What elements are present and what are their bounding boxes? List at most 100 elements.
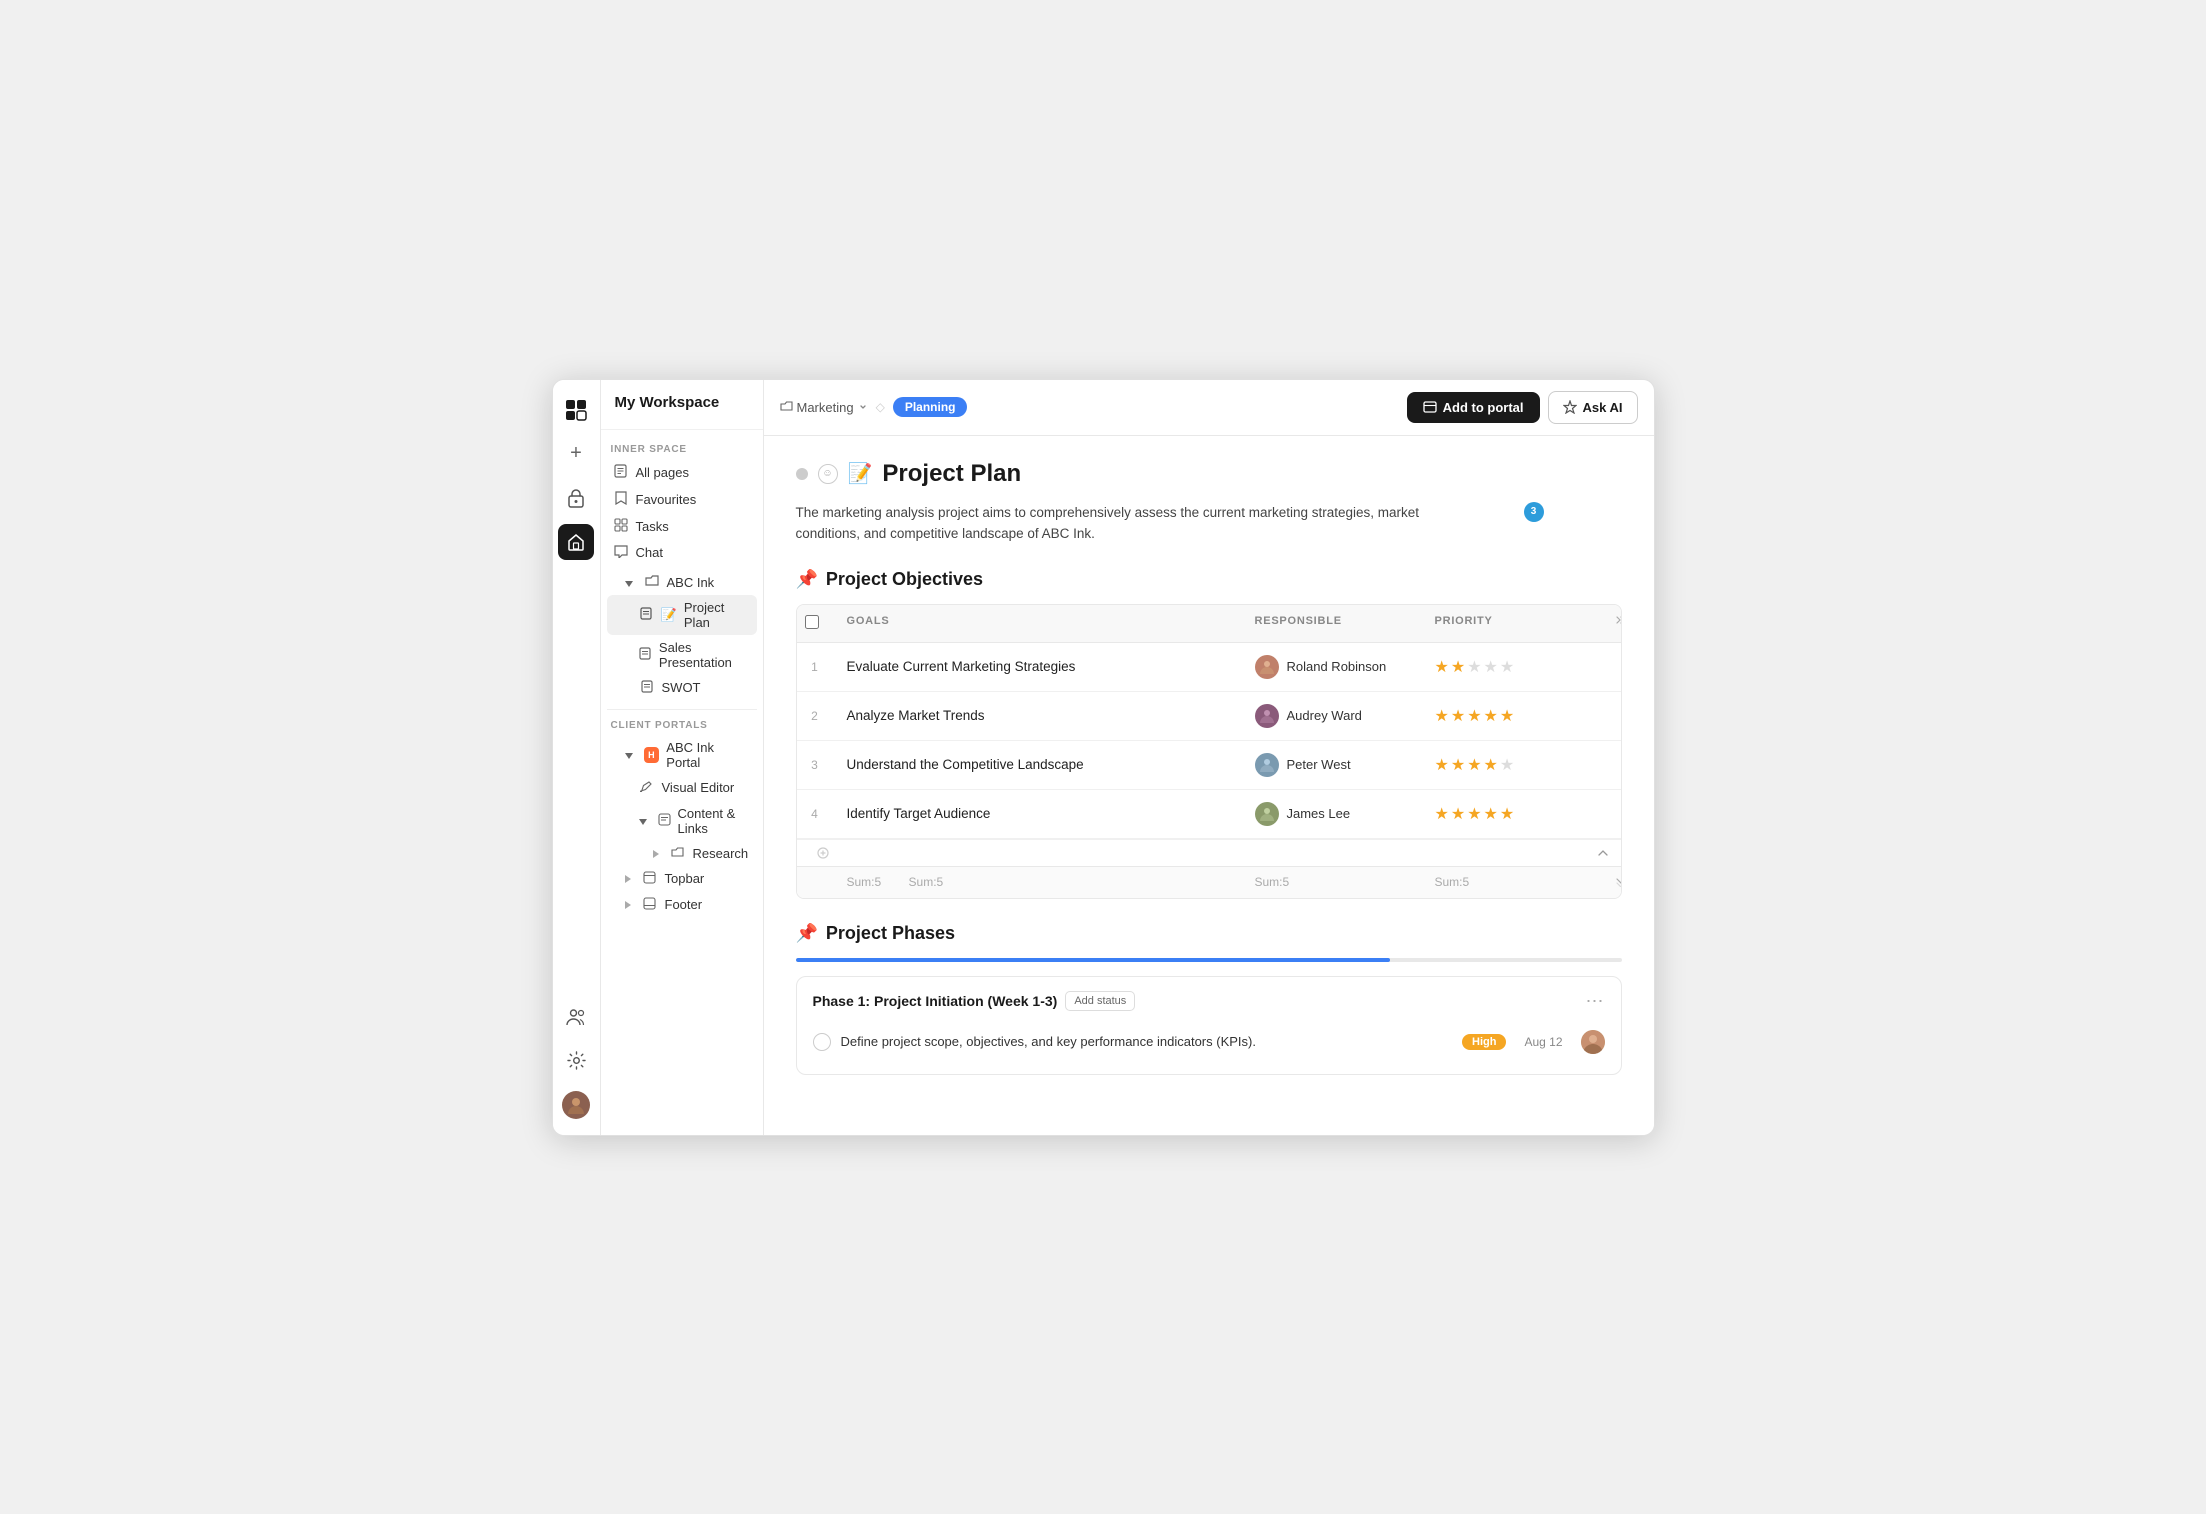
row-number: 1 [797, 648, 833, 686]
page-title-emoji: 📝 [848, 461, 873, 486]
inner-space-label: INNER SPACE [611, 444, 757, 455]
logo-icon[interactable] [558, 392, 594, 428]
row-responsible: James Lee [1241, 790, 1421, 838]
task-avatar [1581, 1030, 1605, 1054]
breadcrumb-separator: ◇ [876, 400, 885, 414]
people-icon[interactable] [558, 999, 594, 1035]
sidebar-item-project-plan[interactable]: 📝 Project Plan [607, 595, 757, 635]
sidebar-item-chat[interactable]: Chat [607, 540, 757, 566]
add-status-button[interactable]: Add status [1065, 991, 1135, 1011]
sidebar-item-favourites[interactable]: Favourites [607, 486, 757, 513]
pencil-icon [639, 780, 655, 796]
topbar-icon [642, 871, 658, 887]
stars-row2: ★ ★ ★ ★ ★ [1435, 706, 1587, 726]
phase1-task: Define project scope, objectives, and ke… [813, 1024, 1605, 1060]
lock-icon[interactable] [558, 480, 594, 516]
triangle-right-icon3 [625, 897, 635, 912]
content-area: ☺ 📝 Project Plan The marketing analysis … [764, 436, 1654, 1135]
triangle-down-icon3 [639, 813, 651, 828]
icon-rail: + [553, 380, 601, 1135]
col-expand [1601, 605, 1622, 642]
row-goal: Evaluate Current Marketing Strategies [833, 647, 1241, 686]
status-circle[interactable]: ☺ [818, 464, 838, 484]
content-icon [658, 813, 671, 829]
resp-avatar [1255, 704, 1279, 728]
triangle-right-icon2 [625, 871, 635, 886]
page-icon [613, 464, 629, 481]
settings-icon[interactable] [558, 1043, 594, 1079]
row-priority: ★ ★ ★ ★ ★ [1421, 645, 1601, 689]
phase1-title: Phase 1: Project Initiation (Week 1-3) [813, 993, 1058, 1009]
sidebar-item-all-pages[interactable]: All pages [607, 459, 757, 486]
all-pages-label: All pages [636, 465, 689, 480]
sidebar-item-sales-presentation[interactable]: Sales Presentation [607, 635, 757, 675]
phases-emoji: 📌 [796, 923, 818, 944]
phase1-card: Phase 1: Project Initiation (Week 1-3) A… [796, 976, 1622, 1075]
resp-name: Audrey Ward [1287, 708, 1362, 723]
row-responsible: Audrey Ward [1241, 692, 1421, 740]
sidebar-item-research[interactable]: Research [607, 841, 757, 866]
resp-name: James Lee [1287, 806, 1351, 821]
page-description: The marketing analysis project aims to c… [796, 502, 1476, 545]
comment-count-badge[interactable]: 3 [1524, 502, 1544, 522]
breadcrumb-folder-name: Marketing [797, 400, 854, 415]
add-row-icon[interactable] [805, 846, 841, 860]
row-responsible: Roland Robinson [1241, 643, 1421, 691]
col-responsible: RESPONSIBLE [1241, 605, 1421, 642]
row-number: 2 [797, 697, 833, 735]
table-sum-row: Sum:5 Sum:5 Sum:5 Sum:5 [797, 866, 1621, 898]
table-row: 2 Analyze Market Trends Audrey Ward ★ ★ … [797, 692, 1621, 741]
sidebar-item-topbar[interactable]: Topbar [607, 866, 757, 892]
sidebar-item-swot[interactable]: SWOT [607, 675, 757, 701]
visual-editor-label: Visual Editor [662, 780, 735, 795]
page-title-row: ☺ 📝 Project Plan [796, 460, 1622, 488]
home-icon[interactable] [558, 524, 594, 560]
row-goal: Understand the Competitive Landscape [833, 745, 1241, 784]
phase1-header: Phase 1: Project Initiation (Week 1-3) A… [813, 991, 1605, 1012]
sales-presentation-label: Sales Presentation [659, 640, 751, 670]
user-avatar[interactable] [558, 1087, 594, 1123]
ask-ai-button[interactable]: Ask AI [1548, 391, 1638, 424]
sidebar-item-tasks[interactable]: Tasks [607, 513, 757, 540]
sum-empty [797, 867, 833, 898]
sidebar-item-visual-editor[interactable]: Visual Editor [607, 775, 757, 801]
folder-icon [644, 575, 660, 590]
phases-progress-bar [796, 958, 1622, 962]
planning-tag[interactable]: Planning [893, 397, 968, 417]
project-plan-emoji: 📝 [661, 607, 677, 623]
research-label: Research [693, 846, 749, 861]
row-priority: ★ ★ ★ ★ ★ [1421, 743, 1601, 787]
doc2-icon [639, 647, 652, 663]
sidebar-item-content-links[interactable]: Content & Links [607, 801, 757, 841]
doc-icon [639, 607, 654, 623]
abc-ink-label: ABC Ink [667, 575, 715, 590]
sum-label-1: Sum:5 [847, 875, 882, 889]
favourites-label: Favourites [636, 492, 697, 507]
sidebar-item-abc-ink[interactable]: ABC Ink [607, 570, 757, 595]
task-checkbox[interactable] [813, 1033, 831, 1051]
stars-row1: ★ ★ ★ ★ ★ [1435, 657, 1587, 677]
sidebar-item-footer[interactable]: Footer [607, 892, 757, 918]
tasks-icon [613, 518, 629, 535]
collapse-icon[interactable] [1597, 847, 1613, 859]
footer-icon [642, 897, 658, 913]
sidebar-item-abc-ink-portal[interactable]: H ABC Ink Portal [607, 735, 757, 775]
add-to-portal-label: Add to portal [1443, 400, 1524, 415]
client-portals-label: CLIENT PORTALS [611, 720, 757, 731]
breadcrumb-marketing[interactable]: Marketing [780, 400, 868, 415]
folder2-icon [670, 846, 686, 861]
doc3-icon [639, 680, 655, 696]
row-priority: ★ ★ ★ ★ ★ [1421, 694, 1601, 738]
add-row-area [797, 839, 1621, 866]
sum-4: Sum:5 [1421, 867, 1601, 898]
row-number: 3 [797, 746, 833, 784]
add-icon[interactable]: + [558, 436, 594, 472]
select-all-checkbox[interactable] [805, 615, 819, 629]
resp-avatar [1255, 753, 1279, 777]
bookmark-icon [613, 491, 629, 508]
triangle-down-icon2 [625, 747, 637, 762]
add-to-portal-button[interactable]: Add to portal [1407, 392, 1540, 423]
phase1-more-icon[interactable]: ⋯ [1586, 991, 1605, 1012]
resp-avatar [1255, 655, 1279, 679]
phases-section: 📌 Project Phases Phase 1: Project Initia… [796, 923, 1622, 1075]
